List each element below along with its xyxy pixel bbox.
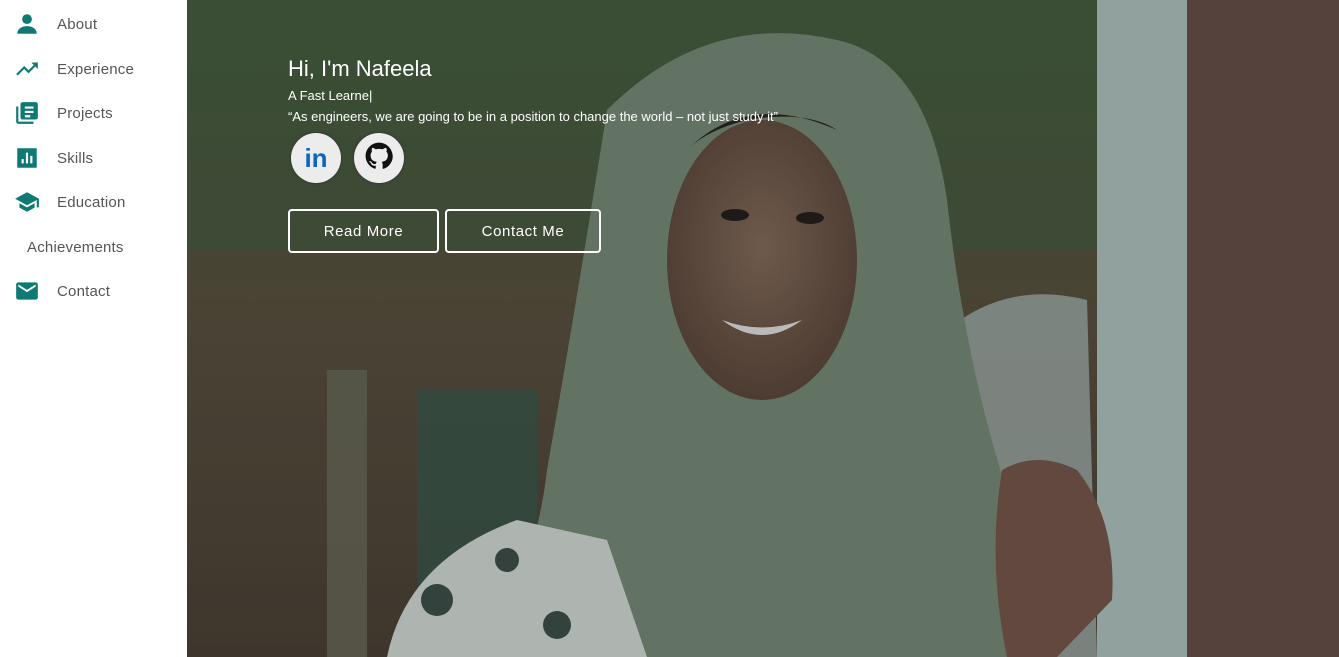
nav-label: Skills [57, 149, 94, 167]
hero-tagline: A Fast Learne| [288, 88, 373, 103]
school-icon [14, 189, 40, 215]
bar-chart-icon [14, 145, 40, 171]
linkedin-button[interactable]: in [291, 133, 341, 183]
contact-me-button[interactable]: Contact Me [445, 209, 601, 253]
nav-label: Education [57, 193, 126, 211]
nav-item-experience[interactable]: Experience [0, 49, 187, 89]
mail-icon [14, 278, 40, 304]
linkedin-icon: in [304, 142, 328, 173]
nav-item-about[interactable]: About [0, 4, 187, 44]
nav-item-education[interactable]: Education [0, 182, 187, 222]
hero-actions: Read More Contact Me [288, 209, 601, 253]
hero-section: Hi, I'm Nafeela A Fast Learne| “As engin… [187, 0, 1339, 657]
person-icon [14, 11, 40, 37]
hero-quote: “As engineers, we are going to be in a p… [288, 109, 778, 124]
nav-label: Projects [57, 104, 113, 122]
hero-intro: Hi, I'm Nafeela A Fast Learne| “As engin… [288, 54, 778, 126]
nav-label: Contact [57, 282, 111, 300]
nav-label: About [57, 15, 98, 33]
github-icon [365, 142, 393, 175]
article-icon [14, 100, 40, 126]
nav-label: Achievements [27, 238, 124, 256]
nav-label: Experience [57, 60, 135, 78]
nav-item-achievements[interactable]: Achievements [0, 227, 187, 267]
hero-greeting: Hi, I'm Nafeela [288, 56, 432, 81]
nav-item-projects[interactable]: Projects [0, 93, 187, 133]
sidebar-nav: About Experience Projects Skills Educati… [0, 0, 187, 657]
nav-item-skills[interactable]: Skills [0, 138, 187, 178]
nav-item-contact[interactable]: Contact [0, 271, 187, 311]
github-button[interactable] [354, 133, 404, 183]
social-links: in [291, 133, 404, 183]
read-more-button[interactable]: Read More [288, 209, 439, 253]
trending-up-icon [14, 56, 40, 82]
